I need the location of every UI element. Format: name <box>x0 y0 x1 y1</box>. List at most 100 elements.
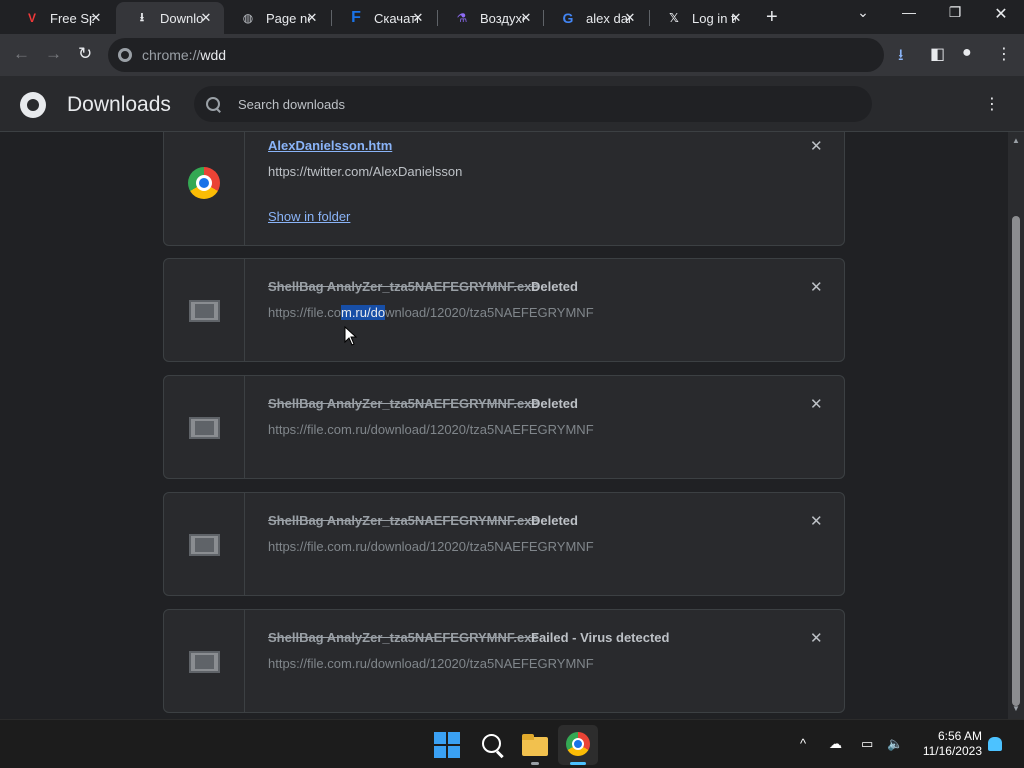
chrome-file-icon <box>188 167 220 199</box>
file-name: ShellBag AnalyZer_tza5NAEFEGRYMNF.exe <box>268 513 539 528</box>
file-url[interactable]: https://file.com.ru/download/12020/tza5N… <box>268 539 594 554</box>
mouse-cursor-icon <box>344 326 358 346</box>
tab-close-icon[interactable]: ✕ <box>410 10 426 26</box>
chrome-icon <box>566 732 590 756</box>
f-logo-icon: F <box>351 9 361 26</box>
file-name: ShellBag AnalyZer_tza5NAEFEGRYMNF.exe <box>268 630 539 645</box>
scroll-down-arrow-icon[interactable]: ▼ <box>1012 704 1020 713</box>
exe-file-icon <box>189 417 220 439</box>
download-item: ShellBag AnalyZer_tza5NAEFEGRYMNF.exe De… <box>163 375 845 479</box>
remove-close-icon[interactable]: ✕ <box>810 512 823 530</box>
search-input[interactable] <box>238 96 838 112</box>
address-bar[interactable]: chrome://wdd <box>108 38 884 72</box>
tab-page-not-found[interactable]: ◍ Page not ✕ <box>222 2 330 34</box>
tab-close-icon[interactable]: ✕ <box>304 10 320 26</box>
chrome-page-icon <box>118 48 132 62</box>
notification-bell-icon[interactable] <box>988 737 1002 751</box>
browser-toolbar: ← → ↻ chrome://wdd ⭳ ◧ ● ⋮ <box>0 34 1024 76</box>
restore-icon[interactable]: ❐ <box>940 4 970 21</box>
url-text: chrome://wdd <box>142 47 227 63</box>
x-logo-icon: 𝕏 <box>669 11 679 25</box>
tab-downloads[interactable]: ⭳ Downloads ✕ <box>116 2 224 34</box>
windows-start-icon[interactable] <box>434 732 460 758</box>
search-box[interactable] <box>194 86 872 122</box>
status-text: Failed - Virus detected <box>531 630 670 645</box>
file-name: ShellBag AnalyZer_tza5NAEFEGRYMNF.exe <box>268 396 539 411</box>
minimize-icon[interactable]: — <box>894 4 924 20</box>
file-name-link[interactable]: AlexDanielsson.htm <box>268 138 392 153</box>
vertical-scrollbar[interactable]: ▲ ▼ <box>1008 132 1024 719</box>
running-indicator <box>531 762 539 765</box>
page-title: Downloads <box>67 93 171 116</box>
tab-close-icon[interactable]: ✕ <box>198 10 214 26</box>
status-text: Deleted <box>531 279 578 294</box>
purple-logo-icon: ⚗ <box>456 11 468 25</box>
taskbar-search-icon[interactable] <box>480 732 506 758</box>
more-actions-icon[interactable]: ⋮ <box>984 94 1000 114</box>
file-icon-column <box>164 610 245 712</box>
remove-close-icon[interactable]: ✕ <box>810 278 823 296</box>
profile-icon[interactable]: ● <box>962 44 972 62</box>
active-indicator <box>570 762 586 765</box>
taskbar-chrome-button[interactable] <box>558 725 598 765</box>
tab-close-icon[interactable]: ✕ <box>88 10 104 26</box>
back-arrow-icon[interactable]: ← <box>13 44 30 64</box>
file-icon-column <box>164 132 245 245</box>
clock-date: 11/16/2023 <box>922 744 982 758</box>
tab-close-icon[interactable]: ✕ <box>728 10 744 26</box>
exe-file-icon <box>189 651 220 673</box>
window-close-icon[interactable]: ✕ <box>986 4 1016 24</box>
tab-vozdukh[interactable]: ⚗ Воздухо ✕ <box>436 2 544 34</box>
new-tab-plus-icon[interactable]: + <box>766 6 778 29</box>
windows-taskbar: ^ ☁ ▭ 🔈 6:56 AM 11/16/2023 <box>0 719 1024 768</box>
tab-x-login[interactable]: 𝕏 Log in to ✕ <box>648 2 754 34</box>
file-name: ShellBag AnalyZer_tza5NAEFEGRYMNF.exe <box>268 279 539 294</box>
tab-skachat[interactable]: F Скачать ✕ <box>330 2 436 34</box>
google-icon: G <box>562 10 574 26</box>
download-icon: ⭳ <box>139 9 145 24</box>
scroll-up-arrow-icon[interactable]: ▲ <box>1012 136 1020 145</box>
show-in-folder-link[interactable]: Show in folder <box>268 209 350 224</box>
tab-close-icon[interactable]: ✕ <box>518 10 534 26</box>
remove-close-icon[interactable]: ✕ <box>810 395 823 413</box>
tab-free-spy[interactable]: V Free Spy ✕ <box>6 2 114 34</box>
tab-google-search[interactable]: G alex dan ✕ <box>542 2 648 34</box>
network-icon[interactable]: ▭ <box>861 736 873 752</box>
menu-kebab-icon[interactable]: ⋮ <box>996 44 1012 64</box>
clock-time: 6:56 AM <box>937 729 982 743</box>
file-url[interactable]: https://file.com.ru/download/12020/tza5N… <box>268 656 594 671</box>
exe-file-icon <box>189 534 220 556</box>
file-icon-column <box>164 493 245 595</box>
tab-close-icon[interactable]: ✕ <box>622 10 638 26</box>
search-icon <box>206 97 220 111</box>
chrome-logo-icon <box>20 92 46 118</box>
forward-arrow-icon[interactable]: → <box>45 44 62 64</box>
reload-icon[interactable]: ↻ <box>78 44 92 64</box>
tab-strip: V Free Spy ✕ ⭳ Downloads ✕ ◍ Page not ✕ … <box>0 0 1024 34</box>
selected-text: m.ru/do <box>340 305 386 320</box>
file-url[interactable]: https://file.com.ru/download/12020/tza5N… <box>268 305 594 320</box>
globe-icon: ◍ <box>242 11 254 25</box>
onedrive-cloud-icon[interactable]: ☁ <box>829 736 842 752</box>
file-url[interactable]: https://twitter.com/AlexDanielsson <box>268 164 462 179</box>
downloads-header: Downloads ⋮ <box>0 76 1024 132</box>
exe-file-icon <box>189 300 220 322</box>
downloads-list: AlexDanielsson.htm https://twitter.com/A… <box>0 132 1008 719</box>
download-item: ShellBag AnalyZer_tza5NAEFEGRYMNF.exe De… <box>163 492 845 596</box>
remove-close-icon[interactable]: ✕ <box>810 137 823 155</box>
file-icon-column <box>164 259 245 361</box>
file-url[interactable]: https://file.com.ru/download/12020/tza5N… <box>268 422 594 437</box>
file-explorer-icon[interactable] <box>522 732 548 758</box>
tray-chevron-up-icon[interactable]: ^ <box>800 736 806 751</box>
download-item: AlexDanielsson.htm https://twitter.com/A… <box>163 132 845 246</box>
remove-close-icon[interactable]: ✕ <box>810 629 823 647</box>
side-panel-icon[interactable]: ◧ <box>930 44 945 64</box>
status-text: Deleted <box>531 513 578 528</box>
volume-muted-icon[interactable]: 🔈 <box>887 736 903 752</box>
scrollbar-thumb[interactable] <box>1012 216 1020 706</box>
tab-search-chevron-icon[interactable]: ⌄ <box>848 4 878 21</box>
download-item: ShellBag AnalyZer_tza5NAEFEGRYMNF.exe De… <box>163 258 845 362</box>
downloads-toolbar-icon[interactable]: ⭳ <box>898 44 904 71</box>
system-clock[interactable]: 6:56 AM 11/16/2023 <box>918 729 982 759</box>
status-text: Deleted <box>531 396 578 411</box>
